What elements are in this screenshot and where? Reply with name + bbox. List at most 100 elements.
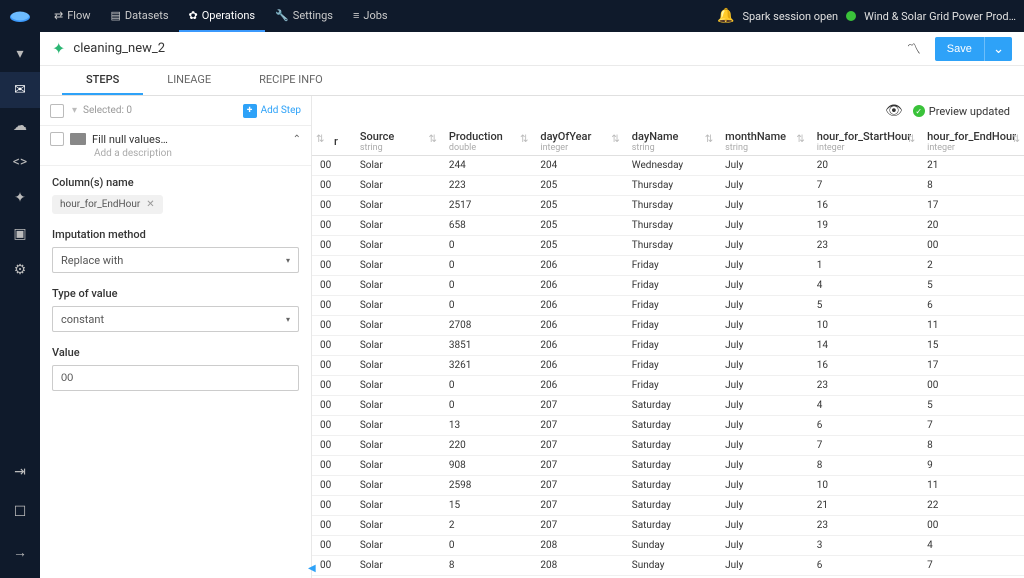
cell-source: Solar <box>352 196 441 216</box>
cell-endHour: 21 <box>919 156 1024 176</box>
table-row[interactable]: 00Solar3261206FridayJuly1617 <box>312 356 1024 376</box>
cell-startHour: 23 <box>809 516 919 536</box>
cell-endHour: 2 <box>919 256 1024 276</box>
column-chip[interactable]: hour_for_EndHour ✕ <box>52 195 163 214</box>
plus-icon: + <box>243 104 257 118</box>
cell-startHour: 19 <box>809 216 919 236</box>
cell-source: Solar <box>352 376 441 396</box>
cell-dayName: Saturday <box>624 476 717 496</box>
sort-icon[interactable]: ⇅ <box>907 134 915 145</box>
column-header-production[interactable]: ⇅Productiondouble <box>441 126 532 156</box>
project-name[interactable]: Wind & Solar Grid Power Prod… <box>864 10 1016 23</box>
table-row[interactable]: 00Solar908207SaturdayJuly89 <box>312 456 1024 476</box>
sort-icon[interactable]: ⇅ <box>611 134 619 145</box>
save-dropdown-icon[interactable]: ⌄ <box>984 37 1012 61</box>
cell-production: 220 <box>441 436 532 456</box>
remove-chip-icon[interactable]: ✕ <box>146 199 154 210</box>
nav-flow[interactable]: ⇄Flow <box>44 0 101 32</box>
eye-icon[interactable]: 👁 <box>885 103 903 119</box>
rail-stop-icon[interactable]: ☐ <box>0 494 40 530</box>
tab-recipe-info[interactable]: RECIPE INFO <box>235 66 347 95</box>
sort-icon[interactable]: ⇅ <box>1012 134 1020 145</box>
chevron-down-icon[interactable]: ▾ <box>72 105 77 116</box>
cell-source: Solar <box>352 316 441 336</box>
rail-code-icon[interactable]: <> <box>0 144 40 180</box>
cell-dayName: Saturday <box>624 456 717 476</box>
table-row[interactable]: 00Solar2598207SaturdayJuly1011 <box>312 476 1024 496</box>
table-row[interactable]: 00Solar0206FridayJuly56 <box>312 296 1024 316</box>
product-logo[interactable] <box>8 7 32 25</box>
sort-icon[interactable]: ⇅ <box>429 134 437 145</box>
cell-dayOfYear: 207 <box>532 496 623 516</box>
column-header-dayName[interactable]: ⇅dayNamestring <box>624 126 717 156</box>
nav-settings[interactable]: 🔧Settings <box>265 0 343 32</box>
step-row[interactable]: Fill null values… ⌃ Add a description <box>40 126 311 166</box>
step-description[interactable]: Add a description <box>94 148 301 159</box>
step-checkbox[interactable] <box>50 132 64 146</box>
nav-datasets[interactable]: ▤Datasets <box>101 0 179 32</box>
cell-startHour: 4 <box>809 276 919 296</box>
cell-endHour: 4 <box>919 536 1024 556</box>
cell-c0: 00 <box>312 336 352 356</box>
sort-icon[interactable]: ⇅ <box>316 134 324 145</box>
column-header-endHour[interactable]: ⇅hour_for_EndHourinteger <box>919 126 1024 156</box>
table-row[interactable]: 00Solar223205ThursdayJuly78 <box>312 176 1024 196</box>
rail-export-icon[interactable]: ⇥ <box>0 454 40 490</box>
cell-endHour: 00 <box>919 236 1024 256</box>
table-row[interactable]: 00Solar244204WednesdayJuly2021 <box>312 156 1024 176</box>
type-select[interactable]: constant ▾ <box>52 306 299 332</box>
cell-c0: 00 <box>312 396 352 416</box>
chart-icon[interactable]: 〽 <box>907 39 921 59</box>
table-row[interactable]: 00Solar0207SaturdayJuly45 <box>312 396 1024 416</box>
collapse-step-icon[interactable]: ⌃ <box>293 134 301 145</box>
column-header-startHour[interactable]: ⇅hour_for_StartHourinteger <box>809 126 919 156</box>
table-row[interactable]: 00Solar0208SundayJuly34 <box>312 536 1024 556</box>
table-row[interactable]: 00Solar2517205ThursdayJuly1617 <box>312 196 1024 216</box>
rail-logout-icon[interactable]: → <box>0 534 40 570</box>
sort-icon[interactable]: ⇅ <box>705 134 713 145</box>
table-row[interactable]: 00Solar658205ThursdayJuly1920 <box>312 216 1024 236</box>
cell-dayOfYear: 206 <box>532 276 623 296</box>
imputation-select[interactable]: Replace with ▾ <box>52 247 299 273</box>
rail-mail-icon[interactable]: ✉ <box>0 72 40 108</box>
table-row[interactable]: 00Solar15207SaturdayJuly2122 <box>312 496 1024 516</box>
table-row[interactable]: 00Solar13207SaturdayJuly67 <box>312 416 1024 436</box>
sort-icon[interactable]: ⇅ <box>520 134 528 145</box>
column-header-monthName[interactable]: ⇅monthNamestring <box>717 126 809 156</box>
rail-dropdown[interactable]: ▾ <box>0 36 40 72</box>
datasets-icon: ▤ <box>111 9 121 22</box>
nav-jobs[interactable]: ≡Jobs <box>343 0 398 32</box>
rail-puzzle-icon[interactable]: ✦ <box>0 180 40 216</box>
save-button[interactable]: Save ⌄ <box>935 37 1012 61</box>
rail-image-icon[interactable]: ▣ <box>0 216 40 252</box>
collapse-pane-icon[interactable]: ◀ <box>308 563 316 574</box>
nav-operations[interactable]: ✿Operations <box>179 0 266 32</box>
column-header-dayOfYear[interactable]: ⇅dayOfYearinteger <box>532 126 623 156</box>
rail-cloud-icon[interactable]: ☁ <box>0 108 40 144</box>
tab-lineage[interactable]: LINEAGE <box>143 66 235 95</box>
table-row[interactable]: 00Solar0206FridayJuly45 <box>312 276 1024 296</box>
value-input[interactable] <box>52 365 299 391</box>
table-row[interactable]: 00Solar3851206FridayJuly1415 <box>312 336 1024 356</box>
cell-source: Solar <box>352 476 441 496</box>
table-row[interactable]: 00Solar0206FridayJuly2300 <box>312 376 1024 396</box>
column-header-c0[interactable]: ⇅r <box>312 126 352 156</box>
notifications-icon[interactable]: 🔔 <box>717 8 734 24</box>
cell-endHour: 7 <box>919 416 1024 436</box>
table-row[interactable]: 00Solar8208SundayJuly67 <box>312 556 1024 576</box>
table-row[interactable]: 00Solar220207SaturdayJuly78 <box>312 436 1024 456</box>
add-step-button[interactable]: + Add Step <box>243 104 301 118</box>
rail-settings-icon[interactable]: ⚙ <box>0 252 40 288</box>
table-row[interactable]: 00Solar0205ThursdayJuly2300 <box>312 236 1024 256</box>
cell-dayName: Saturday <box>624 496 717 516</box>
tab-steps[interactable]: STEPS <box>62 66 143 95</box>
table-row[interactable]: 00Solar2207SaturdayJuly2300 <box>312 516 1024 536</box>
cell-startHour: 23 <box>809 236 919 256</box>
table-row[interactable]: 00Solar2708206FridayJuly1011 <box>312 316 1024 336</box>
cell-dayOfYear: 206 <box>532 296 623 316</box>
sort-icon[interactable]: ⇅ <box>796 134 804 145</box>
select-all-checkbox[interactable] <box>50 104 64 118</box>
column-header-source[interactable]: ⇅Sourcestring <box>352 126 441 156</box>
cell-production: 8 <box>441 556 532 576</box>
table-row[interactable]: 00Solar0206FridayJuly12 <box>312 256 1024 276</box>
